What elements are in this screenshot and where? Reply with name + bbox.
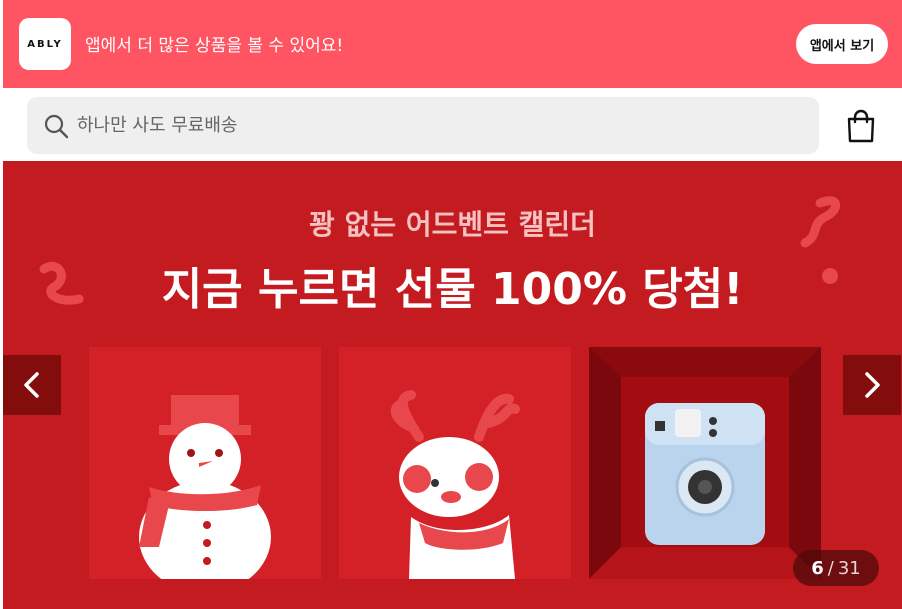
search-input[interactable]: [77, 97, 777, 154]
open-app-button[interactable]: 앱에서 보기: [796, 24, 888, 64]
search-icon: [44, 114, 69, 139]
search-bar[interactable]: [27, 97, 819, 154]
instant-camera-illustration: [589, 347, 821, 579]
app-install-banner: ABLY 앱에서 더 많은 상품을 볼 수 있어요! 앱에서 보기: [3, 0, 902, 88]
chevron-left-icon: [24, 372, 39, 398]
advent-box-reindeer[interactable]: [339, 347, 571, 579]
hero-subtitle: 꽝 없는 어드벤트 캘린더: [309, 208, 596, 241]
slide-counter: 6 / 31: [793, 550, 879, 586]
search-header: [3, 88, 902, 161]
advent-box-camera[interactable]: [589, 347, 821, 579]
current-slide: 6: [811, 557, 824, 579]
snowman-illustration: [139, 395, 271, 593]
advent-box-snowman[interactable]: [89, 347, 321, 593]
hero-title: 지금 누르면 선물 100% 당첨!: [161, 264, 744, 315]
counter-separator: /: [827, 557, 834, 579]
reindeer-illustration: [390, 390, 520, 579]
shopping-bag-icon[interactable]: [843, 108, 879, 144]
ably-logo: ABLY: [19, 18, 71, 70]
prev-slide-button[interactable]: [3, 355, 61, 415]
total-slides: 31: [837, 557, 861, 579]
hero-carousel[interactable]: 꽝 없는 어드벤트 캘린더 지금 누르면 선물 100% 당첨! 6 / 31: [3, 161, 902, 609]
next-slide-button[interactable]: [843, 355, 901, 415]
banner-message: 앱에서 더 많은 상품을 볼 수 있어요!: [85, 36, 344, 56]
chevron-right-icon: [865, 372, 880, 398]
